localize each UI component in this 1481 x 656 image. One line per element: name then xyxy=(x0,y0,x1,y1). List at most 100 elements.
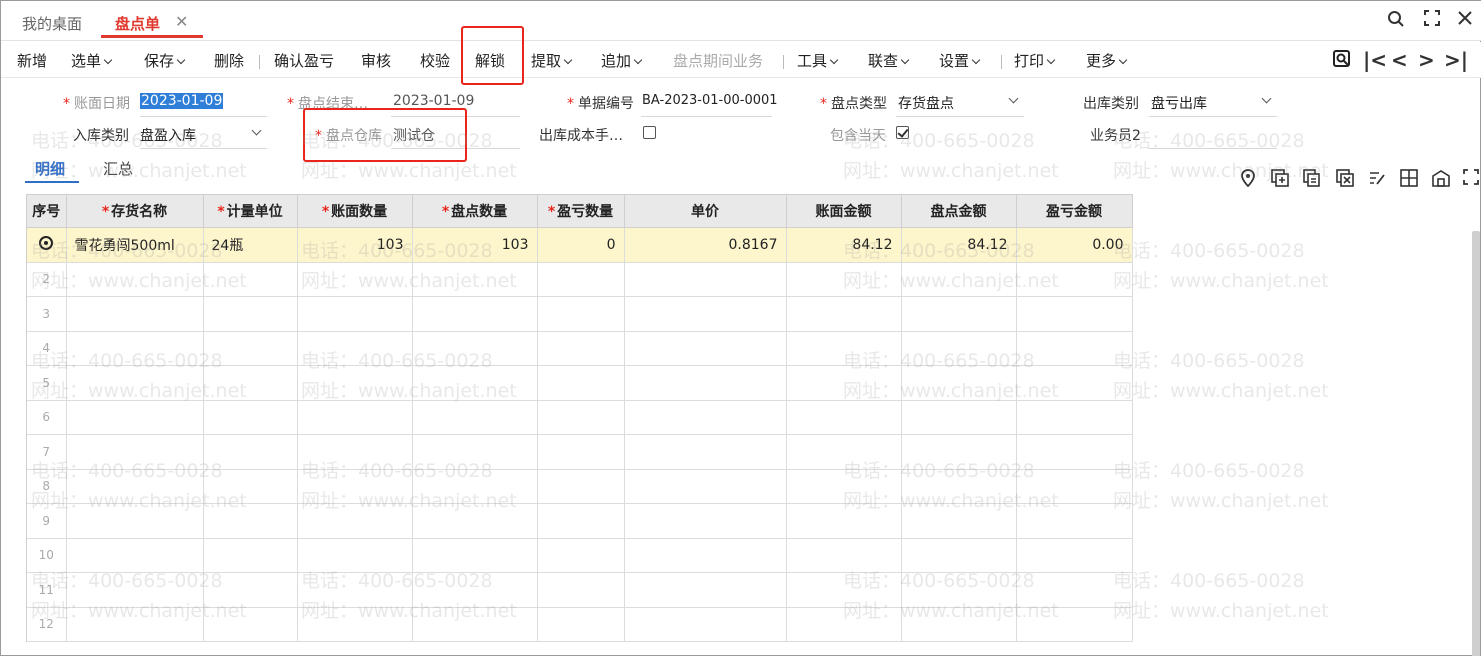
empty-cell[interactable] xyxy=(1016,572,1133,608)
empty-cell[interactable] xyxy=(901,434,1017,470)
select-menu[interactable]: 选单 xyxy=(71,50,113,71)
out-type-select[interactable]: 盘亏出库 xyxy=(1151,93,1207,113)
empty-cell[interactable] xyxy=(1016,331,1133,366)
empty-cell[interactable] xyxy=(412,331,538,366)
empty-cell[interactable] xyxy=(66,331,204,366)
empty-cell[interactable] xyxy=(412,538,538,573)
tab-summary[interactable]: 汇总 xyxy=(103,158,133,179)
empty-cell[interactable] xyxy=(624,572,787,608)
empty-cell[interactable] xyxy=(297,400,413,435)
confirm-profit-loss-button[interactable]: 确认盈亏 xyxy=(274,50,334,71)
empty-cell[interactable] xyxy=(66,434,204,470)
empty-cell[interactable] xyxy=(66,503,204,539)
empty-cell[interactable] xyxy=(901,538,1017,573)
empty-cell[interactable] xyxy=(537,331,625,366)
empty-cell[interactable] xyxy=(786,262,902,297)
empty-cell[interactable] xyxy=(624,365,787,401)
book-date-input[interactable]: 2023-01-09 xyxy=(140,93,224,109)
empty-cell[interactable] xyxy=(537,434,625,470)
empty-cell[interactable] xyxy=(1016,503,1133,539)
empty-cell[interactable] xyxy=(624,262,787,297)
empty-cell[interactable] xyxy=(203,469,298,504)
in-type-select[interactable]: 盘盈入库 xyxy=(140,125,196,145)
empty-cell[interactable] xyxy=(786,538,902,573)
cell-count-amt[interactable]: 84.12 xyxy=(901,227,1017,263)
cell-book-amt[interactable]: 84.12 xyxy=(786,227,902,263)
empty-cell[interactable] xyxy=(1016,469,1133,504)
next-record-icon[interactable]: > xyxy=(1418,48,1435,72)
empty-cell[interactable] xyxy=(412,296,538,332)
table-row[interactable]: 9 xyxy=(27,503,1133,539)
empty-cell[interactable] xyxy=(1016,296,1133,332)
empty-cell[interactable] xyxy=(1016,262,1133,297)
empty-cell[interactable] xyxy=(624,503,787,539)
out-cost-checkbox[interactable] xyxy=(643,126,656,139)
empty-cell[interactable] xyxy=(412,365,538,401)
empty-cell[interactable] xyxy=(1016,400,1133,435)
empty-cell[interactable] xyxy=(66,469,204,504)
add-row-icon[interactable] xyxy=(1271,169,1289,191)
empty-cell[interactable] xyxy=(624,538,787,573)
chevron-down-icon[interactable] xyxy=(251,125,262,136)
empty-cell[interactable] xyxy=(412,469,538,504)
empty-cell[interactable] xyxy=(786,296,902,332)
col-count-amt[interactable]: 盘点金额 xyxy=(901,194,1017,228)
empty-cell[interactable] xyxy=(66,400,204,435)
empty-cell[interactable] xyxy=(786,365,902,401)
empty-cell[interactable] xyxy=(786,469,902,504)
chevron-down-icon[interactable] xyxy=(1261,93,1272,104)
append-menu[interactable]: 追加 xyxy=(601,50,643,71)
col-book-qty[interactable]: * 账面数量 xyxy=(297,194,413,228)
empty-cell[interactable] xyxy=(66,365,204,401)
empty-cell[interactable] xyxy=(203,365,298,401)
search-icon[interactable] xyxy=(1387,10,1405,33)
empty-cell[interactable] xyxy=(624,400,787,435)
col-price[interactable]: 单价 xyxy=(624,194,787,228)
count-type-select[interactable]: 存货盘点 xyxy=(898,93,954,113)
include-today-checkbox[interactable] xyxy=(896,126,909,139)
first-record-icon[interactable]: |< xyxy=(1363,48,1387,72)
empty-cell[interactable] xyxy=(537,365,625,401)
empty-cell[interactable] xyxy=(901,262,1017,297)
empty-cell[interactable] xyxy=(297,469,413,504)
empty-cell[interactable] xyxy=(297,331,413,366)
table-row[interactable]: 8 xyxy=(27,469,1133,504)
empty-cell[interactable] xyxy=(1016,434,1133,470)
print-menu[interactable]: 打印 xyxy=(1014,50,1056,71)
empty-cell[interactable] xyxy=(66,262,204,297)
cell-price[interactable]: 0.8167 xyxy=(624,227,787,263)
empty-cell[interactable] xyxy=(297,607,413,642)
empty-cell[interactable] xyxy=(412,503,538,539)
new-button[interactable]: 新增 xyxy=(17,50,47,71)
table-row[interactable]: 12 xyxy=(27,607,1133,642)
cell-unit[interactable]: 24瓶 xyxy=(203,227,298,263)
tab-stocktake[interactable]: 盘点单 xyxy=(115,13,160,34)
empty-cell[interactable] xyxy=(203,607,298,642)
empty-cell[interactable] xyxy=(297,365,413,401)
table-row[interactable]: 5 xyxy=(27,365,1133,401)
empty-cell[interactable] xyxy=(624,331,787,366)
table-row[interactable]: 11 xyxy=(27,572,1133,608)
empty-cell[interactable] xyxy=(786,607,902,642)
empty-cell[interactable] xyxy=(537,296,625,332)
tab-detail[interactable]: 明细 xyxy=(35,158,65,179)
close-window-icon[interactable] xyxy=(1457,10,1473,31)
empty-cell[interactable] xyxy=(537,400,625,435)
batch-edit-icon[interactable] xyxy=(1368,169,1386,191)
locate-record-icon[interactable] xyxy=(1332,49,1352,74)
col-book-amt[interactable]: 账面金额 xyxy=(786,194,902,228)
empty-cell[interactable] xyxy=(203,296,298,332)
empty-cell[interactable] xyxy=(66,572,204,608)
more-menu[interactable]: 更多 xyxy=(1086,50,1128,71)
cell-name[interactable]: 雪花勇闯500ml xyxy=(66,227,204,263)
table-row[interactable]: 6 xyxy=(27,400,1133,435)
cell-diff-amt[interactable]: 0.00 xyxy=(1016,227,1133,263)
empty-cell[interactable] xyxy=(1016,607,1133,642)
table-row[interactable]: 4 xyxy=(27,331,1133,366)
empty-cell[interactable] xyxy=(412,262,538,297)
empty-cell[interactable] xyxy=(786,572,902,608)
vertical-scrollbar[interactable] xyxy=(1472,231,1480,656)
tab-close-icon[interactable]: ✕ xyxy=(175,12,188,31)
tools-menu[interactable]: 工具 xyxy=(797,50,839,71)
empty-cell[interactable] xyxy=(786,434,902,470)
